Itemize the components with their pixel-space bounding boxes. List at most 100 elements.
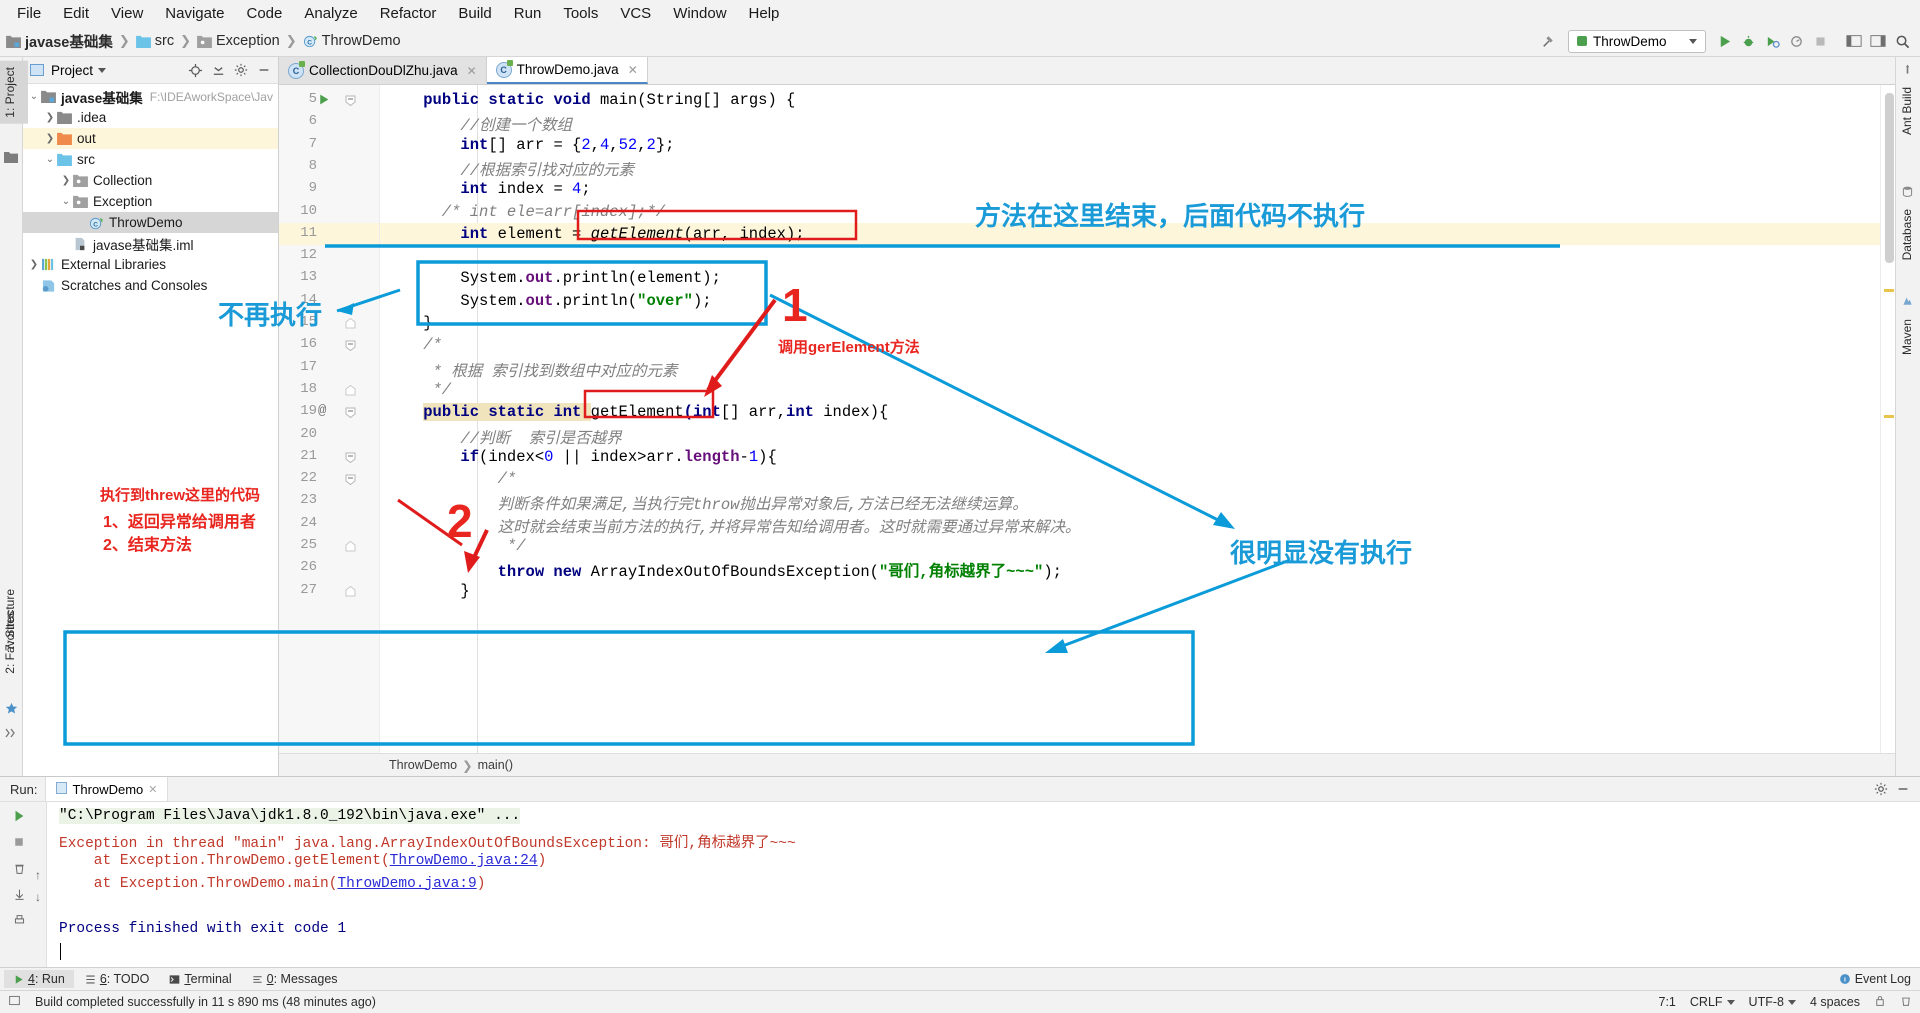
menu-item-code[interactable]: Code [235, 2, 293, 25]
line-separator[interactable]: CRLF [1690, 995, 1735, 1009]
tree-node-src[interactable]: ⌄ src [23, 149, 278, 170]
tool-strip-4run[interactable]: 4: Run [4, 970, 74, 988]
warning-marker[interactable] [1884, 415, 1894, 418]
sidebar-item-project[interactable]: 1: Project [0, 61, 28, 124]
sidebar-item-favorites[interactable]: 2: Favorites [0, 605, 28, 680]
chevron-down-icon[interactable] [98, 67, 107, 73]
stacktrace-link[interactable]: ThrowDemo.java:9 [337, 876, 476, 892]
stop-icon[interactable] [9, 832, 29, 852]
fold-marker-icon[interactable] [345, 339, 356, 352]
menu-item-vcs[interactable]: VCS [609, 2, 662, 25]
event-log-button[interactable]: i Event Log [1830, 970, 1920, 988]
close-icon[interactable]: ✕ [148, 783, 157, 796]
chevron-right-icon[interactable]: ❯ [43, 112, 57, 123]
editor-breadcrumb-item[interactable]: main() [478, 758, 513, 772]
search-icon[interactable] [1890, 30, 1914, 52]
sidebar-item-database[interactable]: Database [1897, 203, 1920, 266]
close-icon[interactable]: ✕ [467, 64, 477, 78]
expand-strip-icon[interactable] [5, 726, 19, 740]
select-opened-file-icon[interactable] [1866, 30, 1890, 52]
tool-strip-0messages[interactable]: 0: Messages [243, 970, 347, 988]
scroll-to-end-icon[interactable] [9, 884, 29, 904]
run-configuration-selector[interactable]: ThrowDemo [1568, 29, 1706, 53]
menu-item-view[interactable]: View [100, 2, 154, 25]
fold-marker-icon[interactable] [345, 540, 356, 552]
warning-marker[interactable] [1884, 289, 1894, 292]
run-icon[interactable] [1712, 30, 1736, 52]
breadcrumb-item-0[interactable]: javase基础集 [6, 31, 113, 52]
breadcrumb-item-2[interactable]: Exception [197, 33, 280, 49]
editor-tab-throwdemojava[interactable]: C ThrowDemo.java ✕ [486, 57, 648, 84]
chevron-right-icon[interactable]: ❯ [59, 175, 73, 186]
menu-item-edit[interactable]: Edit [52, 2, 100, 25]
debug-icon[interactable] [1736, 30, 1760, 52]
tree-node-exception[interactable]: ⌄ Exception [23, 191, 278, 212]
editor-tab-collectiondoudlzhujava[interactable]: C CollectionDouDlZhu.java ✕ [279, 57, 487, 84]
tree-node-idea[interactable]: ❯ .idea [23, 107, 278, 128]
fold-marker-icon[interactable] [345, 384, 356, 396]
tree-node-collection[interactable]: ❯ Collection [23, 170, 278, 191]
editor-breadcrumb-item[interactable]: ThrowDemo [389, 758, 457, 772]
editor-scrollbar-thumb[interactable] [1885, 93, 1894, 263]
hide-icon[interactable] [255, 61, 273, 79]
menu-item-run[interactable]: Run [503, 2, 553, 25]
stacktrace-link[interactable]: ThrowDemo.java:24 [390, 853, 538, 869]
fold-marker-icon[interactable] [345, 451, 356, 463]
tree-node-javase[interactable]: ⌄ javase基础集 F:\IDEAworkSpace\Jav [23, 86, 278, 107]
profile-icon[interactable] [1784, 30, 1808, 52]
hide-icon[interactable] [1892, 778, 1914, 800]
down-icon[interactable]: ↓ [28, 887, 48, 907]
menu-item-window[interactable]: Window [662, 2, 737, 25]
hammer-icon[interactable] [1536, 30, 1560, 52]
tree-node-throwdemo[interactable]: C ThrowDemo [23, 212, 278, 233]
lock-icon[interactable] [1874, 994, 1886, 1010]
fold-marker-icon[interactable] [345, 317, 356, 329]
code-editor[interactable]: 5 6 7 8 9 10 11 12 13 14 15 16 17 18 19 @20 21 22 23 24 25 26… [279, 85, 1895, 753]
tool-strip-terminal[interactable]: Terminal [160, 970, 240, 988]
breadcrumb-item-3[interactable]: C ThrowDemo [303, 33, 401, 49]
file-encoding[interactable]: UTF-8 [1749, 995, 1796, 1009]
indent-setting[interactable]: 4 spaces [1810, 995, 1860, 1009]
locate-icon[interactable] [186, 61, 204, 79]
menu-item-tools[interactable]: Tools [552, 2, 609, 25]
run-tab-throwdemo[interactable]: ThrowDemo ✕ [45, 777, 169, 801]
rerun-icon[interactable] [9, 806, 29, 826]
code-text[interactable]: public static void main(String[] args) {… [380, 85, 1880, 753]
tool-strip-6todo[interactable]: 6: TODO [76, 970, 159, 988]
run-gutter-icon[interactable] [317, 93, 330, 109]
chevron-down-icon[interactable]: ⌄ [43, 154, 57, 165]
breadcrumb-item-1[interactable]: src [135, 33, 174, 49]
trash-icon[interactable] [1900, 994, 1912, 1010]
sidebar-item-ant-build[interactable]: Ant Build [1897, 81, 1920, 141]
override-marker-icon[interactable]: @ [318, 403, 326, 419]
up-icon[interactable]: ↑ [28, 865, 48, 885]
menu-item-build[interactable]: Build [447, 2, 502, 25]
trash-icon[interactable] [9, 858, 29, 878]
sidebar-item-maven[interactable]: Maven [1897, 313, 1920, 361]
menu-item-refactor[interactable]: Refactor [369, 2, 448, 25]
layout-icon[interactable] [1842, 30, 1866, 52]
menu-item-navigate[interactable]: Navigate [154, 2, 235, 25]
menu-item-help[interactable]: Help [738, 2, 791, 25]
chevron-down-icon[interactable]: ⌄ [27, 91, 41, 102]
close-icon[interactable]: ✕ [628, 63, 638, 77]
menu-item-analyze[interactable]: Analyze [293, 2, 368, 25]
fold-marker-icon[interactable] [345, 94, 356, 107]
tree-node-out[interactable]: ❯ out [23, 128, 278, 149]
console-output[interactable]: "C:\Program Files\Java\jdk1.8.0_192\bin\… [47, 802, 1920, 967]
tree-node-scratchesandconsoles[interactable]: Scratches and Consoles [23, 275, 278, 296]
run-with-coverage-icon[interactable] [1760, 30, 1784, 52]
tree-node-externallibraries[interactable]: ❯ External Libraries [23, 254, 278, 275]
marker-scrollbar[interactable] [1880, 85, 1895, 753]
fold-marker-icon[interactable] [345, 406, 356, 419]
project-tree[interactable]: ⌄ javase基础集 F:\IDEAworkSpace\Jav ❯ .idea ❯ out… [23, 84, 278, 776]
fold-marker-icon[interactable] [345, 585, 356, 597]
editor-gutter[interactable]: 5 6 7 8 9 10 11 12 13 14 15 16 17 18 19 @20 21 22 23 24 25 26… [279, 85, 380, 753]
print-icon[interactable] [9, 910, 29, 930]
chevron-down-icon[interactable]: ⌄ [59, 196, 73, 207]
collapse-all-icon[interactable] [209, 61, 227, 79]
chevron-right-icon[interactable]: ❯ [43, 133, 57, 144]
chevron-right-icon[interactable]: ❯ [27, 259, 41, 270]
fold-marker-icon[interactable] [345, 473, 356, 486]
menu-item-file[interactable]: File [6, 2, 52, 25]
